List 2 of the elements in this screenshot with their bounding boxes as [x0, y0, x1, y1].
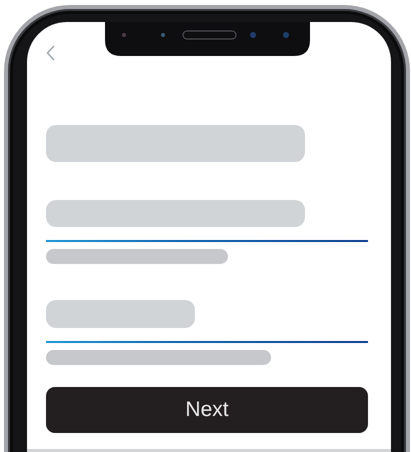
next-button[interactable]: Next	[46, 387, 368, 433]
back-icon[interactable]	[46, 45, 55, 61]
